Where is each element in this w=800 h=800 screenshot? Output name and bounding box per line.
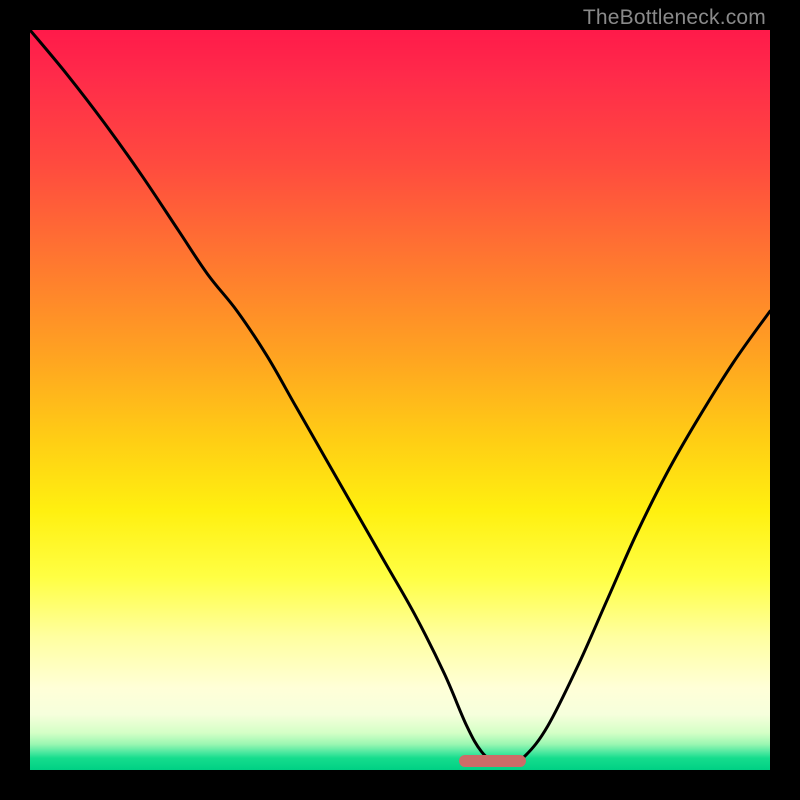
curve-layer	[30, 30, 770, 770]
optimum-marker	[459, 755, 526, 767]
watermark-text: TheBottleneck.com	[583, 6, 766, 30]
chart-stage: TheBottleneck.com	[0, 0, 800, 800]
plot-area	[30, 30, 770, 770]
bottleneck-curve	[30, 30, 770, 764]
